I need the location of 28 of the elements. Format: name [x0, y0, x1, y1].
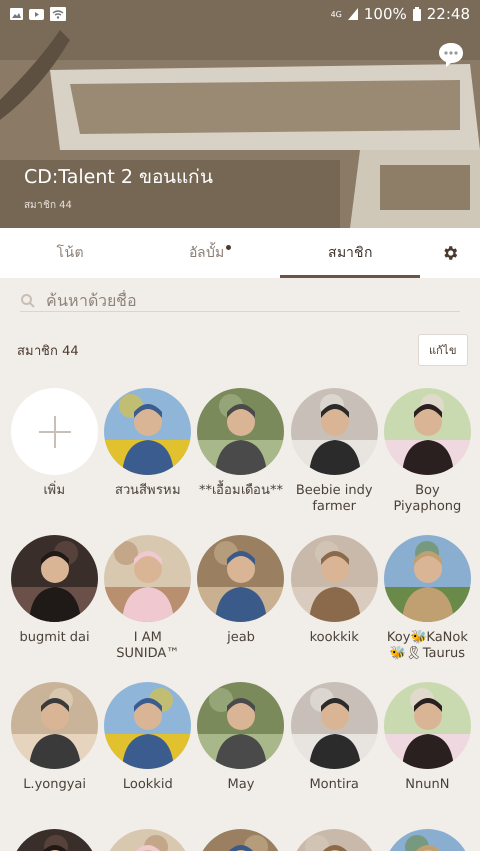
battery-percent: 100%: [364, 5, 407, 23]
member-name: Boy Piyaphong: [392, 483, 462, 516]
play-icon: [29, 8, 44, 20]
chat-icon[interactable]: [438, 42, 464, 68]
member-name: L.yongyai: [23, 777, 86, 794]
member-name: bugmit dai: [20, 630, 90, 646]
member-name: สวนสีพรหม: [114, 483, 181, 500]
member-name: เพิ่ม: [44, 483, 66, 500]
member-name: Koy🐝KaNok 🐝🎗Taurus: [386, 630, 469, 662]
member-name: May: [228, 777, 254, 794]
member-name: Beebie indy farmer: [294, 483, 374, 516]
members-heading: สมาชิก 44: [17, 342, 79, 360]
plus-icon: [38, 414, 72, 448]
clock: 22:48: [426, 5, 470, 23]
network-type: 4G: [330, 10, 342, 18]
edit-button[interactable]: แก้ไข: [418, 334, 468, 366]
member-name: NnunN: [405, 777, 450, 794]
signal-icon: [348, 8, 358, 20]
image-icon: [10, 8, 23, 20]
member-name: Lookkid: [122, 777, 173, 794]
wifi-icon: [50, 7, 66, 21]
member-count: สมาชิก 44: [24, 199, 73, 212]
search-icon: [20, 292, 36, 308]
member-name: Montira: [309, 777, 359, 794]
member-name: jeab: [227, 630, 255, 646]
member-name: I AM SUNIDA™: [115, 630, 180, 662]
member-name: kookkik: [310, 630, 359, 646]
group-name: CD:Talent 2 ขอนแก่น: [24, 165, 214, 190]
